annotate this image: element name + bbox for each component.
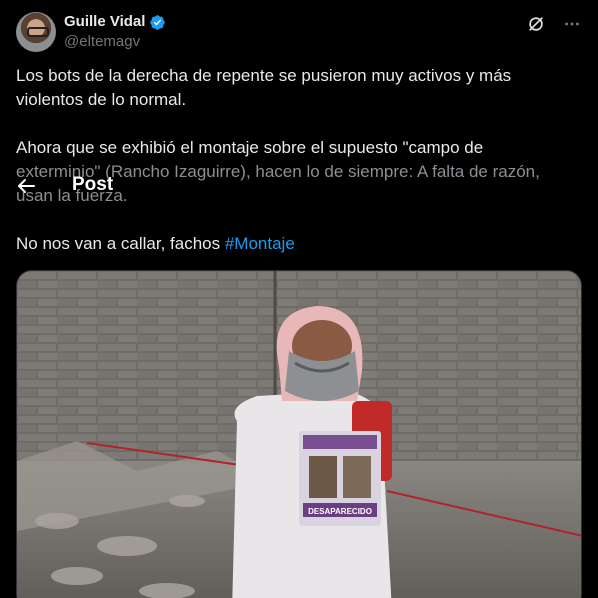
tweet-paragraph-1: Los bots de la derecha de repente se pus… xyxy=(16,66,512,109)
name-row: Guille Vidal xyxy=(64,12,166,32)
author-info: Guille Vidal @eltemagv xyxy=(64,12,166,52)
hashtag-link[interactable]: #Montaje xyxy=(225,234,295,253)
tweet-paragraph-3-text: No nos van a callar, fachos xyxy=(16,234,225,253)
avatar[interactable] xyxy=(16,12,56,52)
back-arrow-icon[interactable] xyxy=(16,176,36,196)
post-media-image[interactable]: DESAPARECIDO xyxy=(16,270,582,598)
verified-badge-icon xyxy=(149,14,166,31)
display-name[interactable]: Guille Vidal xyxy=(64,12,145,32)
header-actions xyxy=(526,12,582,34)
tweet-paragraph-3: No nos van a callar, fachos #Montaje xyxy=(16,232,582,256)
author-handle[interactable]: @eltemagv xyxy=(64,32,166,52)
more-icon[interactable] xyxy=(562,14,582,34)
post-overlay-title: Post xyxy=(72,174,114,195)
tweet-text: Los bots de la derecha de repente se pus… xyxy=(16,64,582,256)
post-header: Guille Vidal @eltemagv xyxy=(16,12,582,56)
grok-icon[interactable] xyxy=(526,14,546,34)
tweet-paragraph-2-line-1: Ahora que se exhibió el montaje sobre el… xyxy=(16,138,484,157)
shirt-print-text: DESAPARECIDO xyxy=(308,507,372,516)
